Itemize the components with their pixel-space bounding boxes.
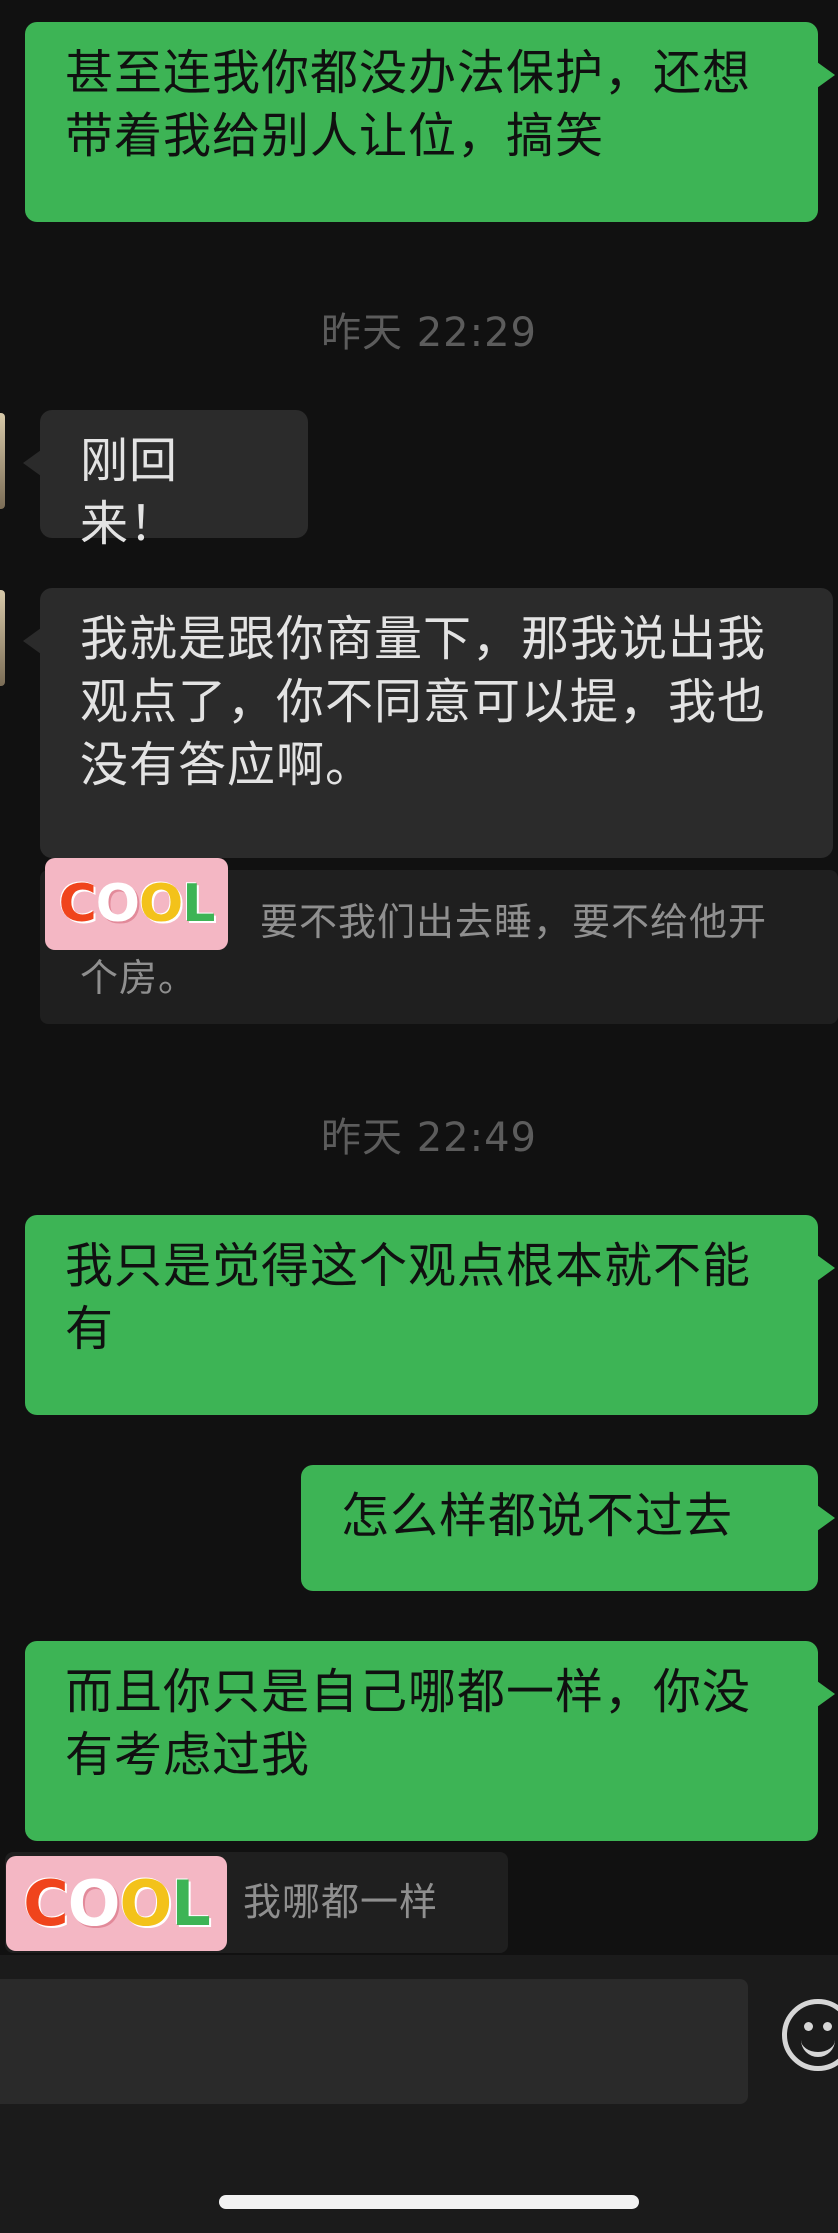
message-text: 甚至连我你都没办法保护，还想带着我给别人让位，搞笑: [65, 45, 752, 164]
avatar[interactable]: [0, 413, 5, 509]
cool-sticker: COOL: [45, 858, 228, 950]
chat-message-list[interactable]: 甚至连我你都没办法保护，还想带着我给别人让位，搞笑 昨天 22:29 刚回来！ …: [0, 0, 838, 1955]
outgoing-message[interactable]: 甚至连我你都没办法保护，还想带着我给别人让位，搞笑: [25, 22, 835, 222]
message-text: 怎么样都说不过去: [341, 1488, 734, 1544]
avatar[interactable]: [0, 590, 5, 686]
message-text: 我只是觉得这个观点根本就不能有: [65, 1238, 752, 1357]
message-text: 而且你只是自己哪都一样，你没有考虑过我: [65, 1664, 752, 1783]
incoming-message[interactable]: 刚回来！: [23, 410, 308, 552]
home-indicator[interactable]: [219, 2195, 639, 2209]
outgoing-message[interactable]: 我只是觉得这个观点根本就不能有: [25, 1215, 835, 1415]
timestamp: 昨天 22:29: [321, 310, 537, 356]
message-input[interactable]: [0, 1979, 748, 2104]
incoming-message[interactable]: 我就是跟你商量下，那我说出我观点了，你不同意可以提，我也没有答应啊。: [23, 588, 833, 858]
message-text: 刚回来！: [80, 433, 179, 552]
quote-text: 我哪都一样: [243, 1880, 439, 1924]
outgoing-message[interactable]: 怎么样都说不过去: [301, 1465, 835, 1591]
smiley-face-icon[interactable]: [782, 1999, 838, 2071]
timestamp: 昨天 22:49: [321, 1115, 537, 1161]
message-text: 我就是跟你商量下，那我说出我观点了，你不同意可以提，我也没有答应啊。: [80, 611, 767, 793]
outgoing-message[interactable]: 而且你只是自己哪都一样，你没有考虑过我: [25, 1641, 835, 1841]
cool-sticker: COOL: [6, 1856, 227, 1951]
input-bar: [0, 1955, 838, 2233]
